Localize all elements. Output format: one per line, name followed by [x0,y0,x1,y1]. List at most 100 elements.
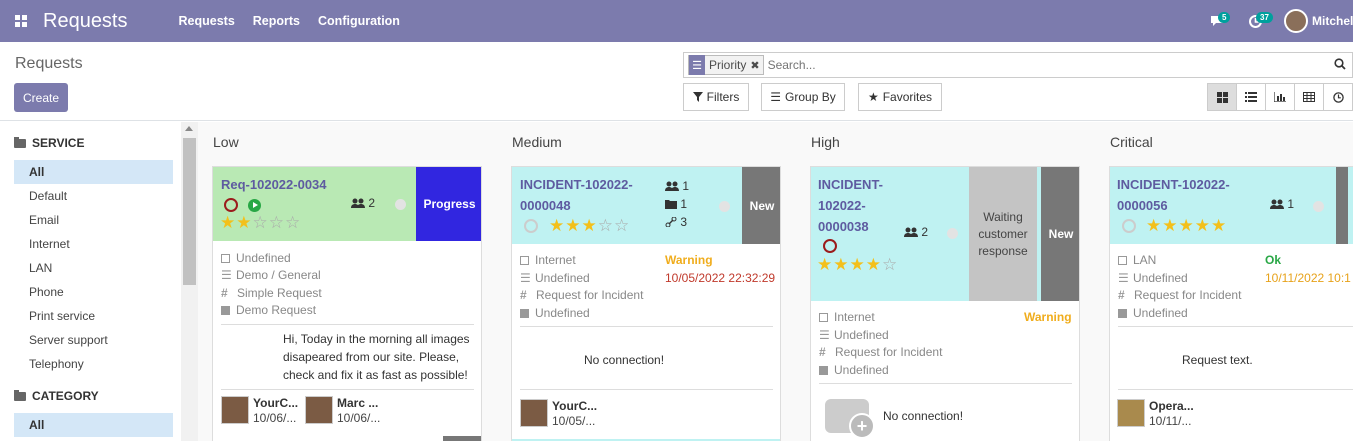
activity-clock-icon[interactable] [823,239,837,253]
card-description: Request text. [1182,353,1253,367]
activity-clock-icon[interactable] [524,219,538,233]
group-by-button[interactable]: ☰ Group By [761,83,845,111]
sidebar-scrollbar[interactable] [181,122,198,441]
kanban-card[interactable]: INCIDENT-102022-0000038 ★★★★☆ 2 Waiting … [810,166,1080,441]
kanban-card[interactable]: INCIDENT-102022-0000048 ★★★☆☆ 1 1 3 New … [511,166,781,441]
attr-service: Internet [520,251,576,269]
menu-requests[interactable]: Requests [179,14,235,28]
folder-icon [14,136,26,148]
kanban-board: Low Req-102022-0034 ★★☆☆☆ 2 Progress Und… [198,122,1353,441]
menu-reports[interactable]: Reports [253,14,300,28]
apps-menu-icon[interactable] [0,0,42,42]
user-avatar[interactable] [1284,9,1308,33]
scroll-up-icon[interactable] [185,126,193,131]
chat-count-badge: 5 [1218,12,1231,23]
files-number: 1 [680,197,688,211]
control-panel: Requests Create ☰ Priority ✖ Filters ☰ G… [0,42,1353,121]
card-description: No connection! [584,353,665,367]
tag-icon [520,309,529,318]
card-title[interactable]: INCIDENT-102022-0000038 [818,174,900,237]
service-item-internet[interactable]: Internet [14,232,173,256]
author-name: YourC... [552,399,598,413]
service-item-email[interactable]: Email [14,208,173,232]
create-button[interactable]: Create [14,83,68,112]
search-facet: ☰ Priority ✖ [688,55,764,75]
kanban-view-icon[interactable] [1207,83,1237,111]
assignee-name: Marc ... [337,396,379,410]
search-panel: SERVICE All Default Email Internet LAN P… [0,122,181,441]
kanban-card[interactable]: INCIDENT-102022-0000056 ★★★★★ 1 LAN ☰ Und… [1109,166,1353,441]
menu-configuration[interactable]: Configuration [318,14,400,28]
kanban-state-icon[interactable] [947,228,958,239]
activity-button[interactable]: 37 [1236,0,1274,42]
graph-view-icon[interactable] [1265,83,1295,111]
kanban-state-icon[interactable] [395,199,406,210]
attr-request-type: # Request for Incident [1118,288,1242,302]
activity-clock-icon[interactable] [1122,219,1136,233]
kanban-column-critical: Critical INCIDENT-102022-0000056 ★★★★★ 1… [1095,122,1353,441]
checkbox-icon [221,254,230,263]
search-input[interactable] [767,58,1328,72]
service-item-lan[interactable]: LAN [14,256,173,280]
user-name[interactable]: Mitchell [1312,14,1353,28]
service-item-all[interactable]: All [14,160,173,184]
kanban-card[interactable]: Req-102022-0034 ★★☆☆☆ 2 Progress Undefin… [212,166,482,441]
checkbox-icon [819,313,828,322]
author: YourC... 10/05/... [520,399,597,429]
attr-service: Internet [819,308,875,326]
activity-count-badge: 37 [1256,12,1273,23]
service-item-telephony[interactable]: Telephony [14,352,173,376]
hash-icon: # [819,345,826,359]
divider [520,326,773,327]
category-title: CATEGORY [32,389,99,403]
activity-clock-icon[interactable] [224,198,238,212]
folder-icon [14,389,26,401]
stage-badge-edge [1336,167,1348,244]
play-icon[interactable] [248,199,261,212]
priority-stars[interactable]: ★★★☆☆ [549,217,630,235]
filters-button[interactable]: Filters [683,83,749,111]
service-item-default[interactable]: Default [14,184,173,208]
deadline-status: Warning [665,253,713,267]
priority-stars[interactable]: ★★★★★ [1146,217,1227,235]
tag-icon [1118,309,1127,318]
deadline-date: 10/05/2022 22:32:29 [665,271,776,285]
priority-stars[interactable]: ★★☆☆☆ [220,214,301,232]
service-item-server[interactable]: Server support [14,328,173,352]
followers-count: 1 [1270,196,1294,213]
assignee-avatar [305,396,333,424]
search-icon[interactable] [1328,57,1352,73]
card-title[interactable]: INCIDENT-102022-0000056 [1117,174,1257,216]
scroll-thumb[interactable] [183,138,196,285]
priority-stars[interactable]: ★★★★☆ [817,256,907,274]
card-title[interactable]: INCIDENT-102022-0000048 [520,174,660,216]
facet-remove-icon[interactable]: ✖ [750,59,762,72]
activity-view-icon[interactable] [1323,83,1353,111]
followers-number: 1 [1287,197,1295,211]
category-item-all[interactable]: All [14,413,173,437]
category-header: CATEGORY [14,386,181,406]
divider [1118,389,1353,390]
author-name: YourC... [253,396,299,410]
camera-placeholder-icon [825,399,875,439]
attr-category: ☰ Undefined [1118,271,1188,285]
app-title: Requests [43,9,128,32]
chat-button[interactable]: 5 [1198,0,1236,42]
kanban-state-icon[interactable] [719,201,730,212]
author-date: 10/05/... [552,414,596,428]
pivot-view-icon[interactable] [1294,83,1324,111]
card-title[interactable]: Req-102022-0034 [221,174,421,195]
links-count: 3 [665,214,687,231]
column-title: High [811,134,840,150]
service-item-print[interactable]: Print service [14,304,173,328]
filters-label: Filters [706,90,740,104]
funnel-icon [692,92,703,102]
facet-value: Priority [709,58,747,72]
list-view-icon[interactable] [1236,83,1266,111]
service-item-phone[interactable]: Phone [14,280,173,304]
author-name: Opera... [1149,399,1194,413]
kanban-state-icon[interactable] [1313,201,1324,212]
favorites-button[interactable]: ★ Favorites [858,83,942,111]
followers-count: 2 [904,224,928,241]
users-icon [1270,199,1284,209]
